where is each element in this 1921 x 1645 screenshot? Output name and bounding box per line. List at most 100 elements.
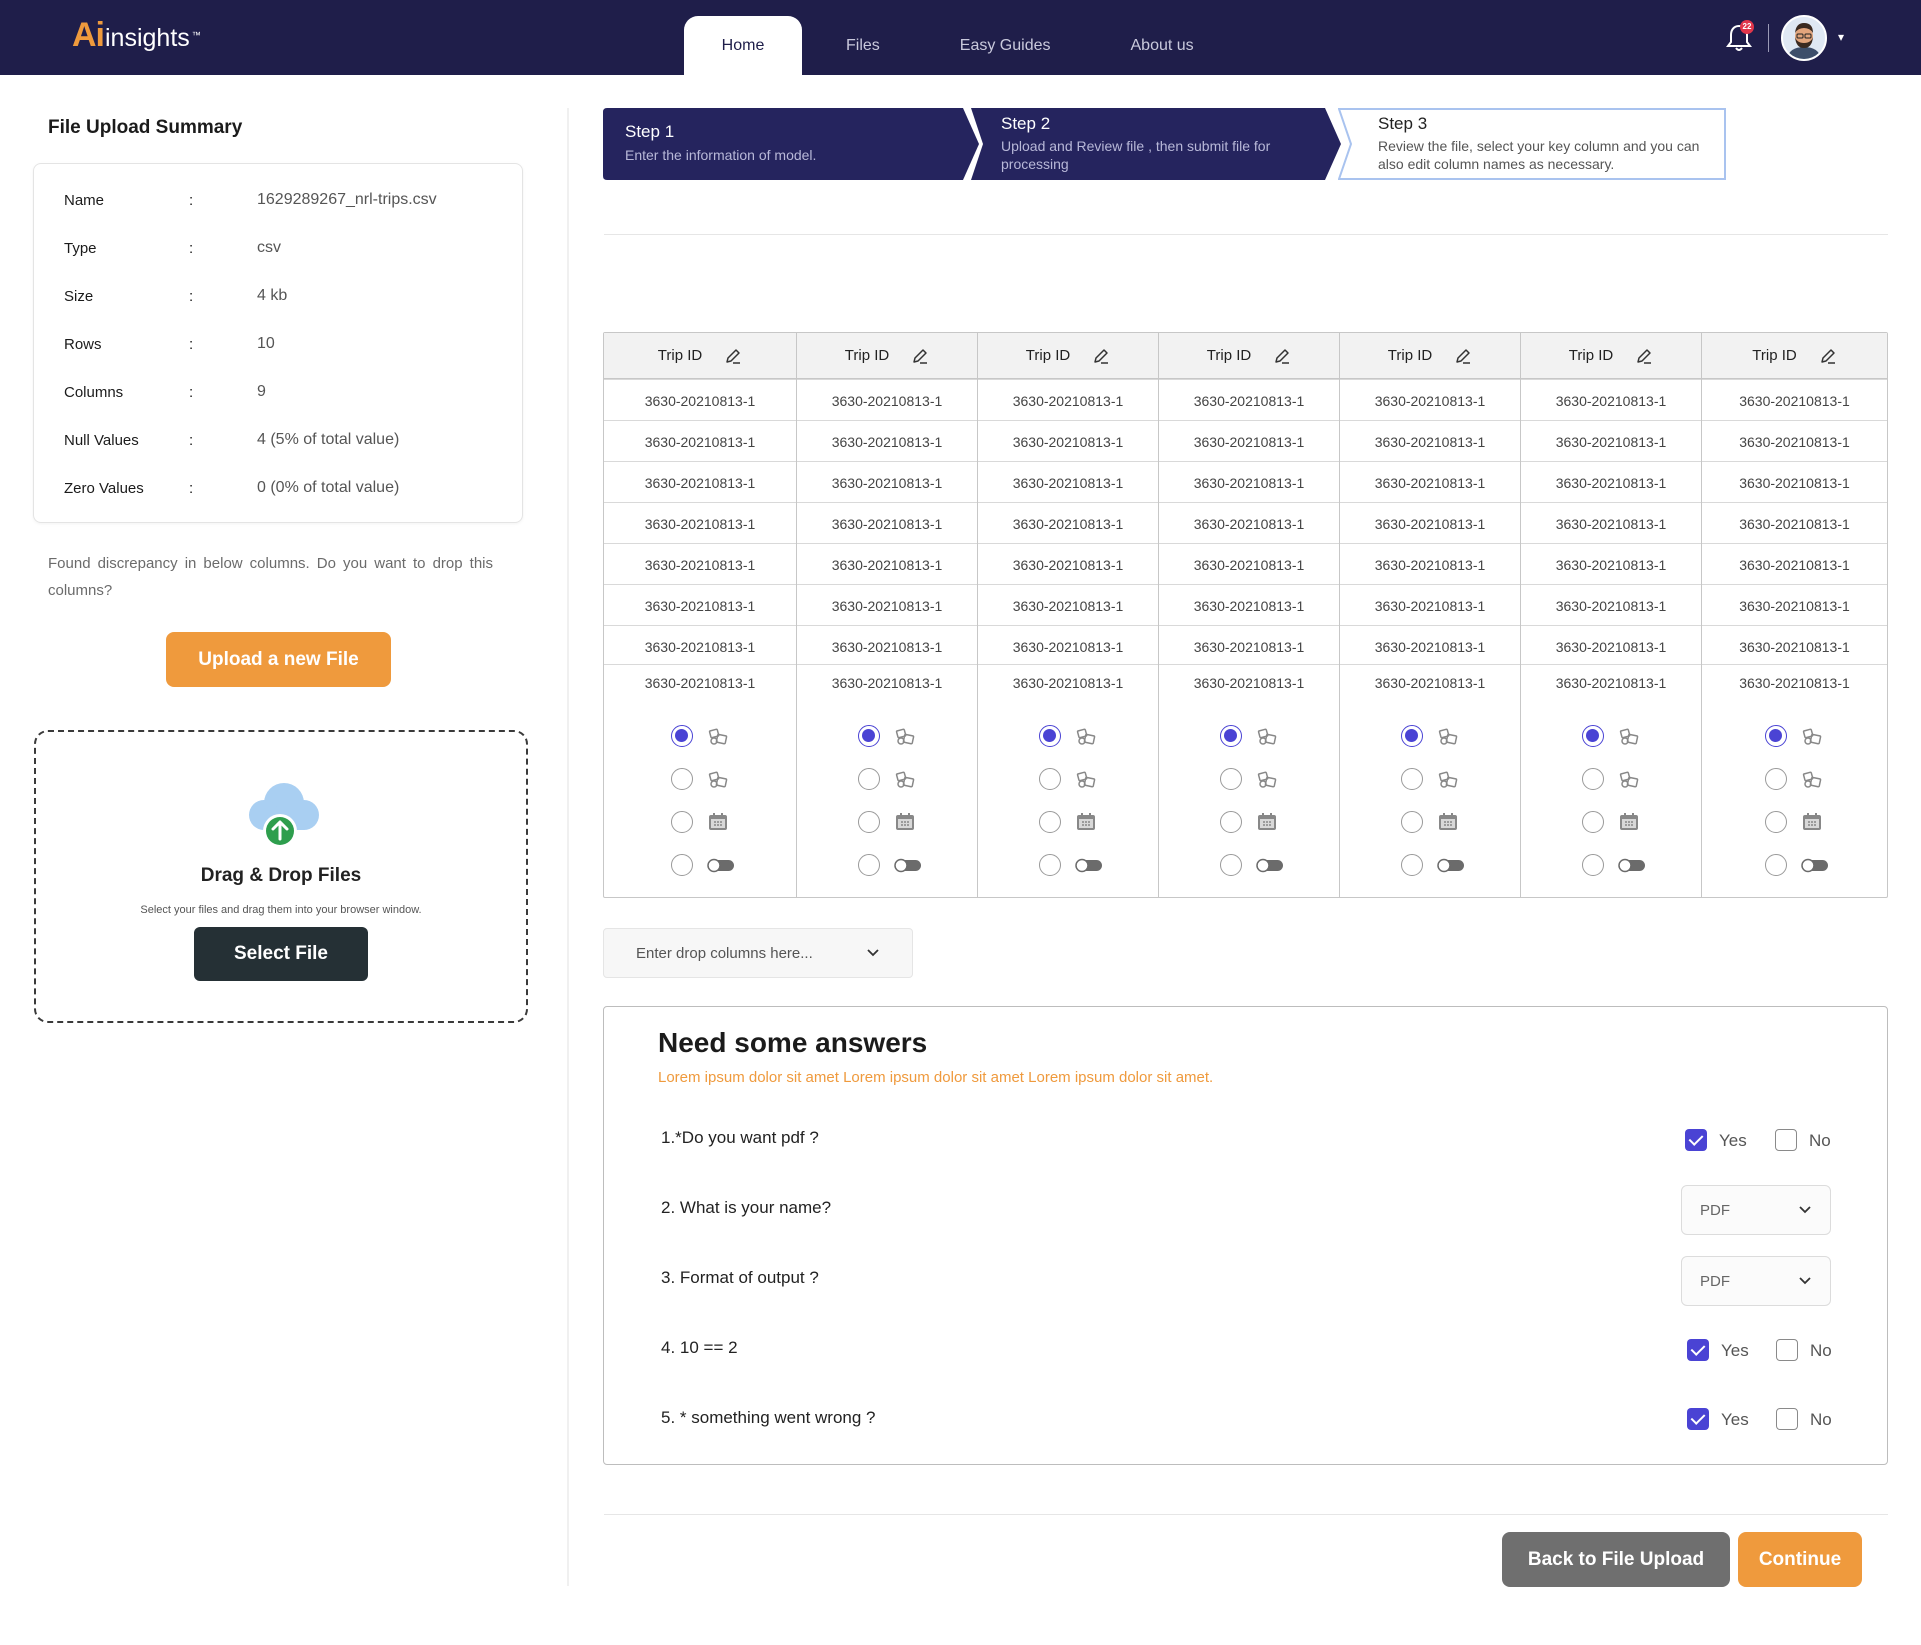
column-type-radio[interactable]	[1220, 768, 1242, 790]
table-column: Trip ID 3630-20210813-1 3630-20210813-1 363…	[604, 333, 797, 897]
column-type-radio[interactable]	[1220, 811, 1242, 833]
table-cell: 3630-20210813-1	[644, 393, 756, 409]
column-type-radio[interactable]	[1220, 725, 1242, 747]
q3-select[interactable]: PDF	[1681, 1256, 1831, 1306]
step-3[interactable]: Step 3 Review the file, select your key …	[1338, 108, 1728, 180]
table-column: Trip ID 3630-20210813-1 3630-20210813-1 363…	[1702, 333, 1887, 897]
column-type-radio[interactable]	[1765, 811, 1787, 833]
column-type-radio[interactable]	[1039, 811, 1061, 833]
table-cell: 3630-20210813-1	[1739, 557, 1850, 573]
chevron-down-icon	[1799, 1277, 1811, 1285]
pencil-icon[interactable]	[1273, 347, 1291, 365]
data-preview-table: Trip ID 3630-20210813-1 3630-20210813-1 363…	[603, 332, 1888, 898]
column-type-radio[interactable]	[1582, 811, 1604, 833]
q4-no-checkbox[interactable]	[1776, 1339, 1798, 1361]
number-icon	[1618, 768, 1640, 790]
q5-yes-checkbox[interactable]	[1687, 1408, 1709, 1430]
nav-tab-easy-guides[interactable]: Easy Guides	[920, 16, 1091, 75]
column-type-radio[interactable]	[1039, 725, 1061, 747]
discrepancy-message: Found discrepancy in below columns. Do y…	[48, 555, 493, 599]
toggle-icon	[707, 854, 734, 876]
nav-tab-about-us[interactable]: About us	[1091, 16, 1234, 75]
table-cell: 3630-20210813-1	[831, 598, 943, 614]
step-1[interactable]: Step 1 Enter the information of model.	[603, 108, 979, 180]
column-type-radio[interactable]	[1039, 768, 1061, 790]
logo-insights-text: insights	[105, 24, 190, 52]
column-type-radio[interactable]	[858, 854, 880, 876]
q5-no-checkbox[interactable]	[1776, 1408, 1798, 1430]
column-type-radio[interactable]	[858, 725, 880, 747]
column-header-label: Trip ID	[657, 347, 703, 364]
table-column: Trip ID 3630-20210813-1 3630-20210813-1 363…	[978, 333, 1159, 897]
table-cell: 3630-20210813-1	[1012, 516, 1124, 532]
column-type-radio[interactable]	[1582, 768, 1604, 790]
q2-select[interactable]: PDF	[1681, 1185, 1831, 1235]
pencil-icon[interactable]	[1092, 347, 1110, 365]
column-type-radio[interactable]	[1582, 725, 1604, 747]
table-cell: 3630-20210813-1	[1555, 598, 1667, 614]
column-type-radio[interactable]	[671, 854, 693, 876]
pencil-icon[interactable]	[1635, 347, 1653, 365]
pencil-icon[interactable]	[724, 347, 742, 365]
drag-drop-zone[interactable]: Drag & Drop Files Select your files and …	[34, 730, 528, 1023]
user-avatar[interactable]	[1781, 15, 1827, 61]
column-type-radio[interactable]	[1582, 854, 1604, 876]
q5-yes-label: Yes	[1721, 1410, 1749, 1429]
calendar-icon	[1618, 811, 1640, 833]
toggle-icon	[1256, 854, 1283, 876]
q1-yes-checkbox[interactable]	[1685, 1129, 1707, 1151]
file-summary-card: Name : 1629289267_nrl-trips.csv Type : c…	[33, 163, 523, 523]
column-header-label: Trip ID	[1568, 347, 1614, 364]
table-column: Trip ID 3630-20210813-1 3630-20210813-1 363…	[1340, 333, 1521, 897]
calendar-icon	[1437, 811, 1459, 833]
table-cell: 3630-20210813-1	[644, 434, 756, 450]
column-type-radio[interactable]	[1401, 768, 1423, 790]
summary-key: Rows	[64, 335, 102, 353]
table-cell: 3630-20210813-1	[1012, 434, 1124, 450]
column-type-radio[interactable]	[1401, 811, 1423, 833]
column-type-radio[interactable]	[858, 811, 880, 833]
pencil-icon[interactable]	[1454, 347, 1472, 365]
select-file-button[interactable]: Select File	[194, 927, 368, 981]
back-to-file-upload-button[interactable]: Back to File Upload	[1502, 1532, 1730, 1587]
column-type-radio[interactable]	[1039, 854, 1061, 876]
table-cell: 3630-20210813-1	[1193, 475, 1305, 491]
profile-dropdown-caret[interactable]: ▾	[1838, 30, 1844, 44]
table-cell: 3630-20210813-1	[1193, 516, 1305, 532]
table-cell: 3630-20210813-1	[1374, 475, 1486, 491]
upload-new-file-button[interactable]: Upload a new File	[166, 632, 391, 687]
table-cell: 3630-20210813-1	[1739, 434, 1850, 450]
table-cell: 3630-20210813-1	[1555, 639, 1667, 655]
app-logo[interactable]: Ai insights ™	[72, 16, 201, 55]
column-type-radio[interactable]	[1401, 725, 1423, 747]
bell-icon[interactable]: 22	[1726, 20, 1754, 52]
column-type-radio[interactable]	[858, 768, 880, 790]
column-type-radio[interactable]	[671, 768, 693, 790]
pencil-icon[interactable]	[911, 347, 929, 365]
pencil-icon[interactable]	[1819, 347, 1837, 365]
column-type-radio[interactable]	[1765, 725, 1787, 747]
nav-tab-files[interactable]: Files	[806, 16, 920, 75]
calendar-icon	[1801, 811, 1823, 833]
column-type-radio[interactable]	[1765, 768, 1787, 790]
table-cell: 3630-20210813-1	[1193, 639, 1305, 655]
drop-columns-select[interactable]: Enter drop columns here...	[603, 928, 913, 978]
drop-columns-placeholder: Enter drop columns here...	[636, 944, 813, 962]
number-icon	[1256, 725, 1278, 747]
questions-subtitle: Lorem ipsum dolor sit amet Lorem ipsum d…	[658, 1069, 1214, 1086]
column-type-radio[interactable]	[671, 725, 693, 747]
continue-button[interactable]: Continue	[1738, 1532, 1862, 1587]
column-type-radio[interactable]	[1220, 854, 1242, 876]
calendar-icon	[1256, 811, 1278, 833]
toggle-icon	[894, 854, 921, 876]
q4-yes-checkbox[interactable]	[1687, 1339, 1709, 1361]
step-3-description: Review the file, select your key column …	[1378, 138, 1700, 172]
table-cell: 3630-20210813-1	[1374, 516, 1486, 532]
notification-count-badge: 22	[1740, 20, 1754, 34]
q1-no-checkbox[interactable]	[1775, 1129, 1797, 1151]
column-type-radio[interactable]	[1765, 854, 1787, 876]
step-2[interactable]: Step 2 Upload and Review file , then sub…	[971, 108, 1341, 180]
column-type-radio[interactable]	[671, 811, 693, 833]
column-type-radio[interactable]	[1401, 854, 1423, 876]
nav-tab-home[interactable]: Home	[684, 16, 802, 75]
